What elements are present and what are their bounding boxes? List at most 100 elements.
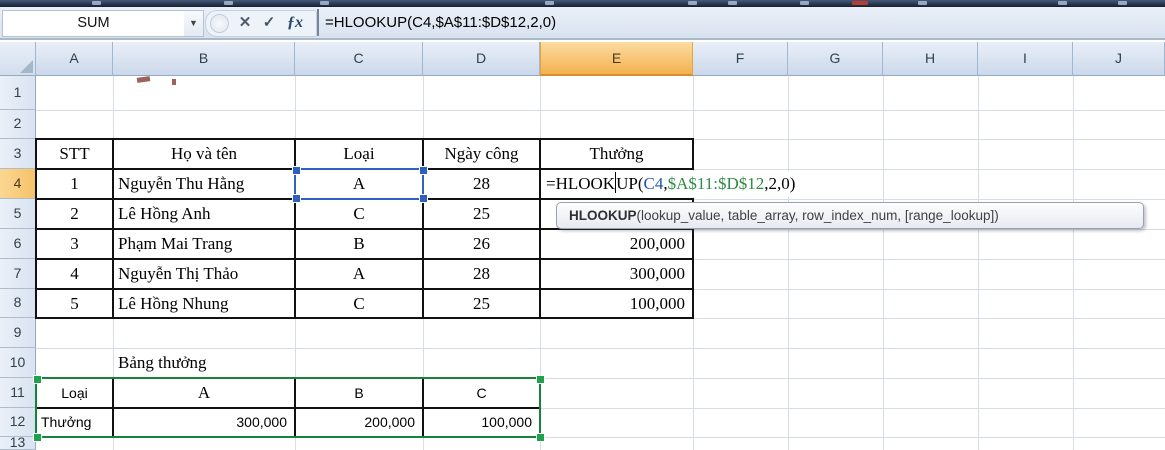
cell-D8[interactable]: 25 (423, 289, 540, 318)
reference-handle[interactable] (33, 375, 42, 384)
tooltip-function-name: HLOOKUP (569, 208, 637, 223)
row-header-12[interactable]: 12 (0, 408, 36, 437)
gridline-vertical (883, 76, 884, 450)
cell-E7[interactable]: 300,000 (540, 259, 693, 289)
cell-C5[interactable]: C (295, 199, 423, 229)
formula-bar: SUM ▼ ✕ ✓ ƒx =HLOOKUP(C4,$A$11:$D$12,2,0… (0, 7, 1165, 40)
row-header-2[interactable]: 2 (0, 110, 36, 139)
ribbon-speck (545, 1, 554, 5)
reference-border-c4 (294, 168, 424, 200)
cell-B3[interactable]: Họ và tên (113, 139, 295, 169)
gridline-vertical (788, 76, 789, 450)
gridline-horizontal (36, 110, 1165, 111)
reference-handle[interactable] (536, 375, 545, 384)
row-header-7[interactable]: 7 (0, 259, 36, 289)
insert-function-icon[interactable]: ƒx (284, 11, 306, 34)
row-header-11[interactable]: 11 (0, 378, 36, 408)
ribbon-speck (1118, 1, 1127, 5)
row-header-1[interactable]: 1 (0, 76, 36, 110)
row-header-6[interactable]: 6 (0, 229, 36, 259)
row-header-5[interactable]: 5 (0, 199, 36, 229)
column-header-C[interactable]: C (295, 42, 423, 76)
formula-segment: C4 (643, 174, 664, 193)
cell-C8[interactable]: C (295, 289, 423, 318)
row-header-8[interactable]: 8 (0, 289, 36, 318)
formula-segment: =HLOOK (546, 174, 616, 193)
column-header-E[interactable]: E (540, 42, 693, 76)
enter-icon[interactable]: ✓ (258, 11, 280, 34)
reference-handle[interactable] (419, 194, 428, 203)
ribbon-speck (1058, 1, 1067, 5)
column-header-B[interactable]: B (113, 42, 295, 76)
cell-D4[interactable]: 28 (423, 169, 540, 199)
cell-A5[interactable]: 2 (36, 199, 113, 229)
cell-e4-formula[interactable]: =HLOOKUP(C4,$A$11:$D$12,2,0) (542, 171, 796, 197)
ribbon-speck (918, 1, 927, 5)
column-header-G[interactable]: G (788, 42, 883, 76)
cell-B5[interactable]: Lê Hồng Anh (113, 199, 295, 229)
ribbon-red-icon-edge (852, 1, 868, 5)
row-header-4[interactable]: 4 (0, 169, 36, 199)
cell-A7[interactable]: 4 (36, 259, 113, 289)
column-header-I[interactable]: I (978, 42, 1073, 76)
select-all-corner[interactable] (0, 42, 36, 76)
cell-D5[interactable]: 25 (423, 199, 540, 229)
row-header-13[interactable]: 13 (0, 437, 36, 450)
column-header-J[interactable]: J (1073, 42, 1165, 76)
insert-function-ghost-icon (210, 14, 229, 33)
cell-E3[interactable]: Thưởng (540, 139, 693, 169)
name-box[interactable]: SUM (2, 10, 185, 37)
ribbon-bottom-edge (0, 0, 1165, 7)
name-box-dropdown-icon[interactable]: ▼ (184, 10, 204, 37)
gridline-vertical (978, 76, 979, 450)
cell-B4[interactable]: Nguyễn Thu Hằng (113, 169, 295, 199)
cell-D7[interactable]: 28 (423, 259, 540, 289)
ribbon-speck (92, 1, 101, 5)
cell-A8[interactable]: 5 (36, 289, 113, 318)
cell-A3[interactable]: STT (36, 139, 113, 169)
table-border (35, 138, 694, 140)
cell-C6[interactable]: B (295, 229, 423, 259)
cell-A4[interactable]: 1 (36, 169, 113, 199)
formula-segment: $A$11:$D$12 (667, 174, 765, 193)
reference-handle[interactable] (33, 433, 42, 442)
row-header-10[interactable]: 10 (0, 348, 36, 378)
column-header-F[interactable]: F (693, 42, 788, 76)
row-header-3[interactable]: 3 (0, 139, 36, 169)
ribbon-speck (688, 1, 697, 5)
row-header-9[interactable]: 9 (0, 318, 36, 348)
screenshot-artifact (136, 76, 151, 83)
cell-D6[interactable]: 26 (423, 229, 540, 259)
cell-B7[interactable]: Nguyễn Thị Thảo (113, 259, 295, 289)
ribbon-speck (224, 1, 233, 5)
excel-window: SUM ▼ ✕ ✓ ƒx =HLOOKUP(C4,$A$11:$D$12,2,0… (0, 0, 1165, 450)
cell-D3[interactable]: Ngày công (423, 139, 540, 169)
gridline-vertical (1073, 76, 1074, 450)
column-header-A[interactable]: A (36, 42, 113, 76)
reference-handle[interactable] (292, 194, 301, 203)
column-header-D[interactable]: D (423, 42, 540, 76)
ribbon-speck (728, 1, 737, 5)
cell-B10[interactable]: Bảng thưởng (113, 348, 295, 378)
select-all-triangle-icon (20, 60, 33, 73)
ribbon-speck (320, 1, 329, 5)
cancel-icon[interactable]: ✕ (234, 11, 256, 34)
cell-B6[interactable]: Phạm Mai Trang (113, 229, 295, 259)
formula-segment: ,2,0) (764, 174, 796, 193)
reference-handle[interactable] (292, 166, 301, 175)
function-tooltip: HLOOKUP(lookup_value, table_array, row_i… (556, 202, 1144, 229)
table-border (35, 317, 694, 319)
cell-B8[interactable]: Lê Hồng Nhung (113, 289, 295, 318)
cell-A6[interactable]: 3 (36, 229, 113, 259)
formula-segment: UP( (616, 174, 644, 193)
reference-handle[interactable] (536, 433, 545, 442)
reference-handle[interactable] (419, 166, 428, 175)
cell-E6[interactable]: 200,000 (540, 229, 693, 259)
cell-C3[interactable]: Loại (295, 139, 423, 169)
ribbon-speck (800, 1, 809, 5)
cell-C7[interactable]: A (295, 259, 423, 289)
table-border (35, 258, 694, 260)
formula-input[interactable]: =HLOOKUP(C4,$A$11:$D$12,2,0) (325, 10, 556, 35)
cell-E8[interactable]: 100,000 (540, 289, 693, 318)
column-header-H[interactable]: H (883, 42, 978, 76)
